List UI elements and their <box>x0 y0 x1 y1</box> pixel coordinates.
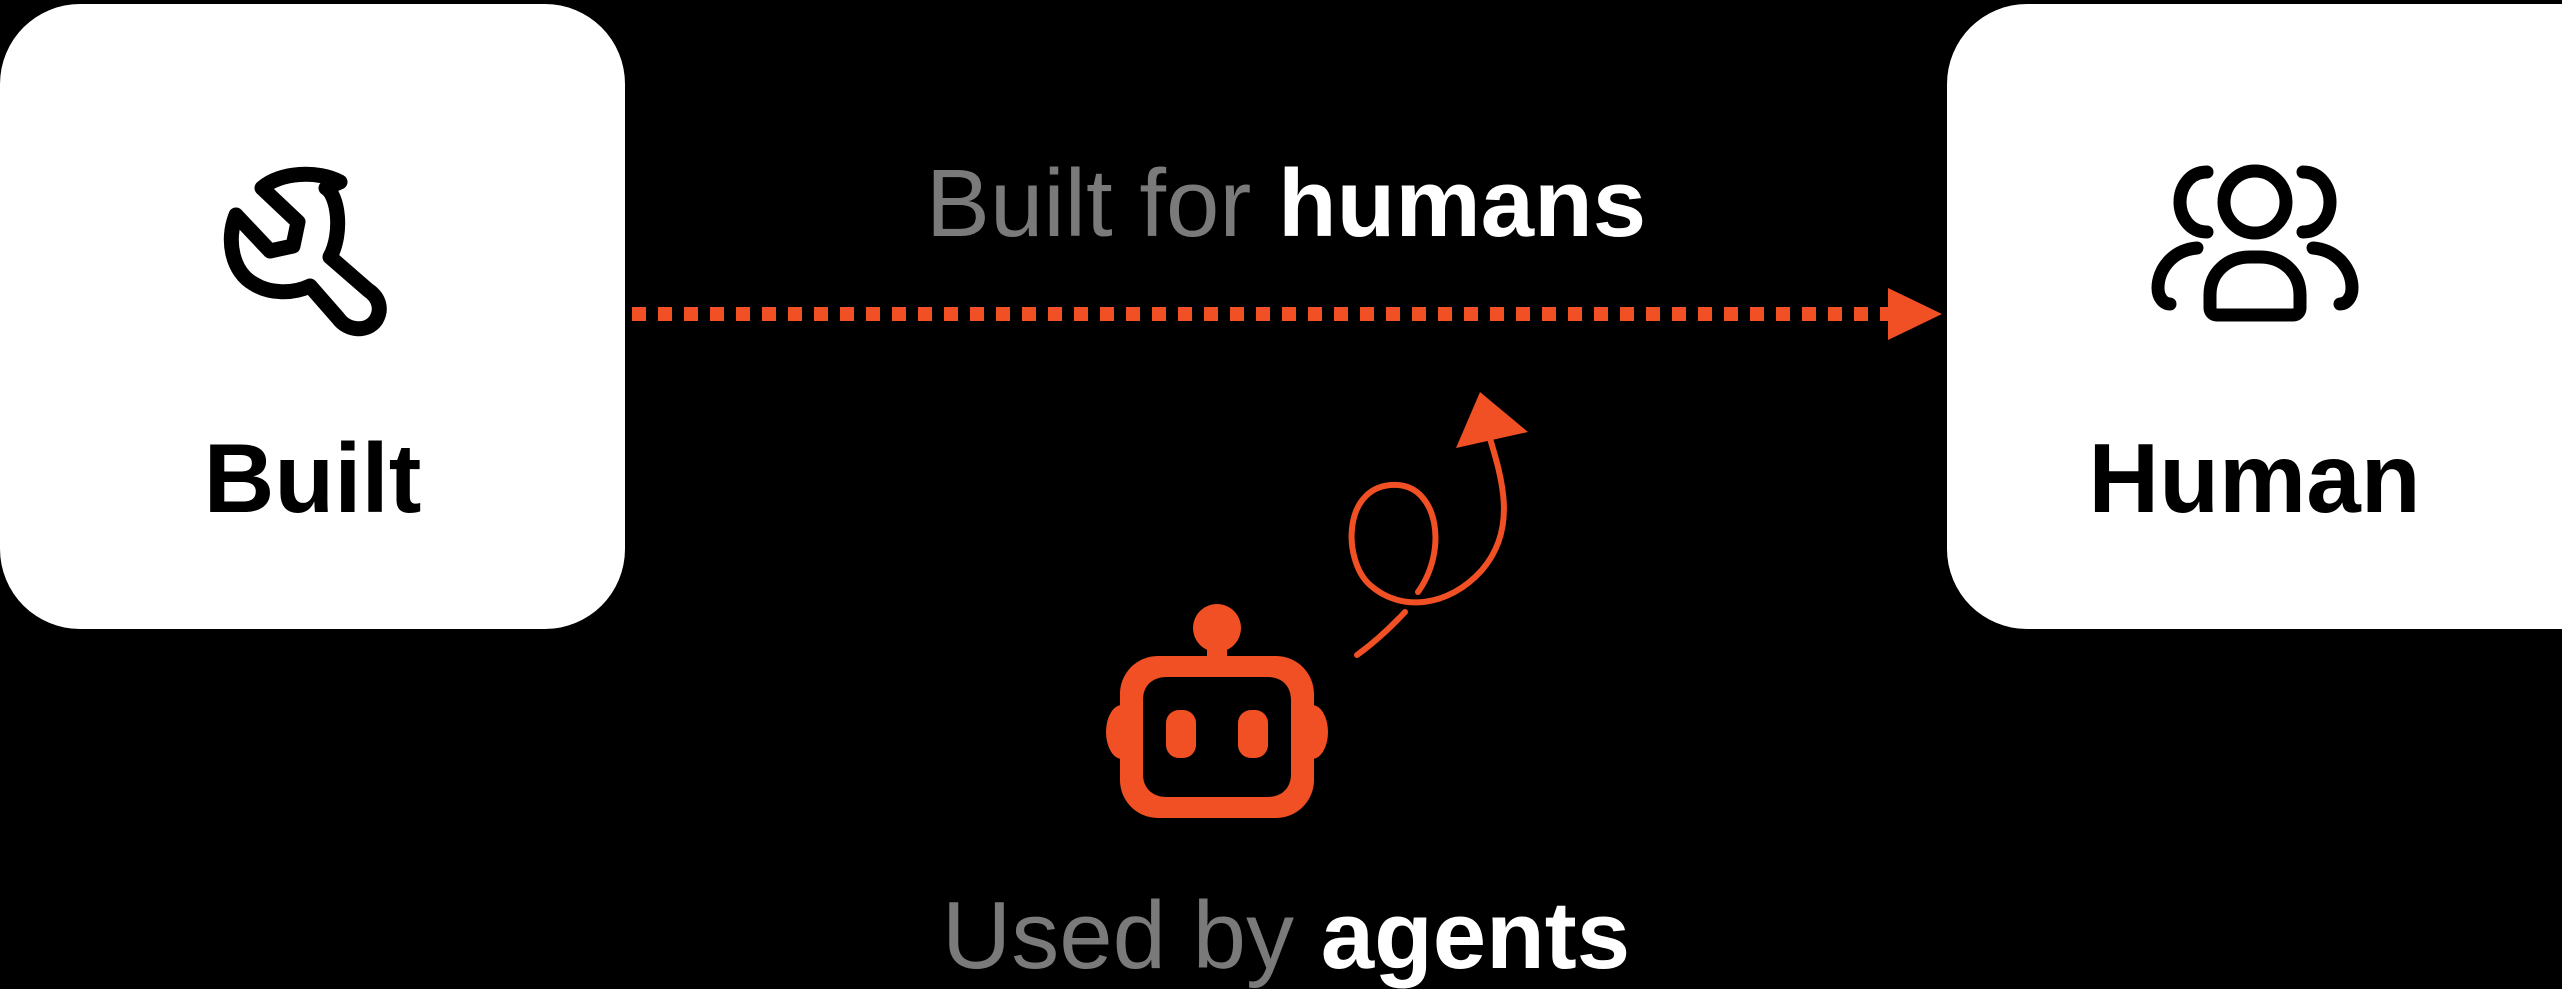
curly-arrow-head <box>1456 392 1528 448</box>
wrench-icon <box>223 166 387 337</box>
bottom-caption-prefix: Used by <box>941 882 1295 989</box>
users-icon <box>2151 164 2358 322</box>
top-caption-emphasis: humans <box>1278 150 1647 257</box>
bottom-caption-emphasis: agents <box>1320 882 1631 989</box>
bottom-caption: Used by agents <box>625 888 1947 984</box>
built-card: Built <box>0 4 625 629</box>
dotted-connector-arrowhead <box>1888 288 1942 340</box>
curly-arrow-loop <box>1348 429 1507 606</box>
human-label: Human <box>2088 423 2421 533</box>
curly-arrow-path <box>1354 609 1408 658</box>
robot-icon <box>1106 604 1328 818</box>
top-caption: Built for humans <box>625 156 1947 252</box>
top-caption-prefix: Built for <box>925 150 1252 257</box>
human-card: Human <box>1947 4 2562 629</box>
built-label: Built <box>203 423 422 533</box>
